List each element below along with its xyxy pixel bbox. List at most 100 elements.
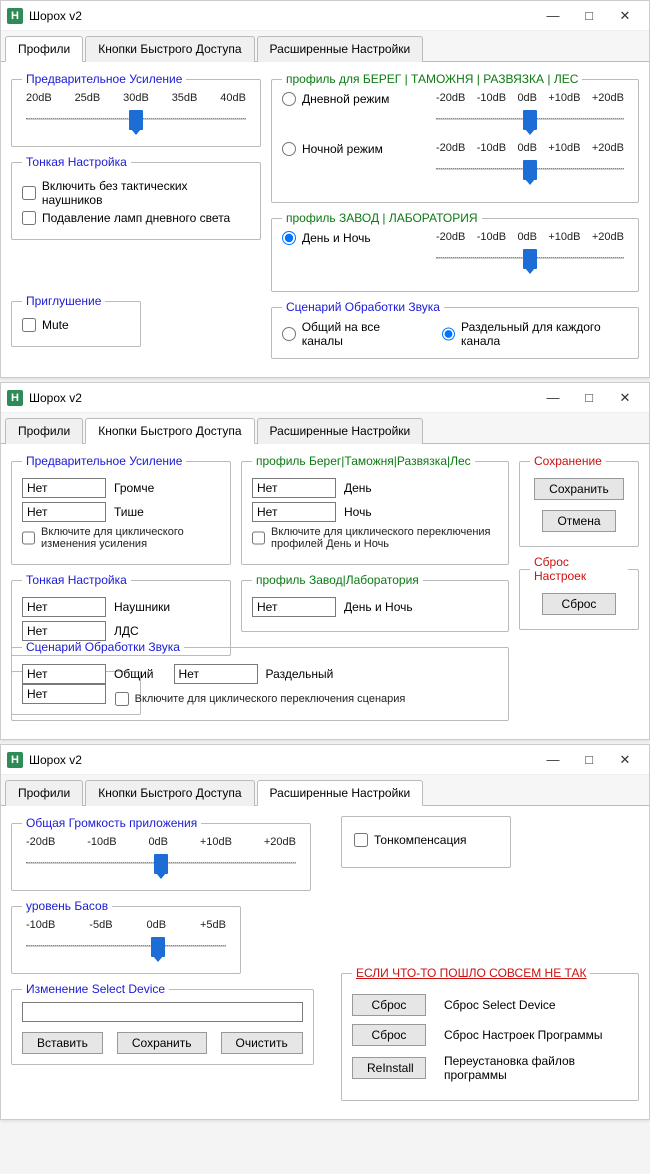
save-button[interactable]: Сохранить <box>534 478 624 500</box>
group-volume-title: Общая Громкость приложения <box>22 816 201 830</box>
hk-preamp-cycle-label: Включите для циклического изменения усил… <box>41 526 220 550</box>
window-advanced: H Шорох v2 — □ ✕ Профили Кнопки Быстрого… <box>0 744 650 1120</box>
hk-night-input[interactable] <box>252 502 336 522</box>
mute-label: Mute <box>42 318 69 332</box>
group-hk-preamp-title: Предварительное Усиление <box>22 454 186 468</box>
minimize-button[interactable]: — <box>535 3 571 29</box>
fine-lds-checkbox[interactable] <box>22 211 36 225</box>
maximize-button[interactable]: □ <box>571 3 607 29</box>
close-button[interactable]: ✕ <box>607 385 643 411</box>
reinstall-button[interactable]: ReInstall <box>352 1057 426 1079</box>
reset-button[interactable]: Сброс <box>542 593 616 615</box>
hk-lds-label: ЛДС <box>114 624 139 638</box>
titlebar: H Шорох v2 — □ ✕ <box>1 1 649 31</box>
maximize-button[interactable]: □ <box>571 385 607 411</box>
tab-strip: Профили Кнопки Быстрого Доступа Расширен… <box>1 413 649 444</box>
scenario-split-radio[interactable] <box>442 327 455 341</box>
tone-label: Тонкомпенсация <box>374 833 467 847</box>
group-volume: Общая Громкость приложения -20dB -10dB 0… <box>11 816 311 891</box>
tab-advanced[interactable]: Расширенные Настройки <box>257 780 424 806</box>
bass-slider[interactable] <box>26 933 226 959</box>
group-save: Сохранение Сохранить Отмена <box>519 454 639 547</box>
fine-headphones-checkbox[interactable] <box>22 186 36 200</box>
bass-thumb[interactable] <box>151 937 165 957</box>
factory-thumb[interactable] <box>523 249 537 269</box>
minimize-button[interactable]: — <box>535 385 571 411</box>
group-hk-fine-title: Тонкая Настройка <box>22 573 131 587</box>
window-hotkeys: H Шорох v2 — □ ✕ Профили Кнопки Быстрого… <box>0 382 650 740</box>
group-hk-preamp: Предварительное Усиление Громче Тише Вкл… <box>11 454 231 565</box>
volume-thumb[interactable] <box>154 854 168 874</box>
cancel-button[interactable]: Отмена <box>542 510 616 532</box>
hk-quieter-input[interactable] <box>22 502 106 522</box>
day-label: Дневной режим <box>302 92 389 106</box>
volume-slider[interactable] <box>26 850 296 876</box>
app-icon: H <box>7 390 23 406</box>
clear-button[interactable]: Очистить <box>221 1032 303 1054</box>
group-mute: Приглушение Mute <box>11 294 141 347</box>
night-radio[interactable] <box>282 142 296 156</box>
hk-preamp-cycle-checkbox[interactable] <box>22 531 35 545</box>
close-button[interactable]: ✕ <box>607 3 643 29</box>
day-slider[interactable] <box>436 106 624 132</box>
hk-lds-input[interactable] <box>22 621 106 641</box>
group-reset-title: Сброс Настроек <box>530 555 628 583</box>
night-label: Ночной режим <box>302 142 383 156</box>
group-bass-title: уровень Басов <box>22 899 112 913</box>
preamp-slider[interactable] <box>26 106 246 132</box>
maximize-button[interactable]: □ <box>571 747 607 773</box>
tab-hotkeys[interactable]: Кнопки Быстрого Доступа <box>85 36 254 62</box>
tab-advanced[interactable]: Расширенные Настройки <box>257 418 424 444</box>
group-profile-main: профиль для БЕРЕГ | ТАМОЖНЯ | РАЗВЯЗКА |… <box>271 72 639 203</box>
save-device-button[interactable]: Сохранить <box>117 1032 207 1054</box>
hk-scn-split-input[interactable] <box>174 664 258 684</box>
select-device-input[interactable] <box>22 1002 303 1022</box>
day-radio[interactable] <box>282 92 296 106</box>
tone-checkbox[interactable] <box>354 833 368 847</box>
minimize-button[interactable]: — <box>535 747 571 773</box>
daynight-radio[interactable] <box>282 231 296 245</box>
group-bass: уровень Басов -10dB -5dB 0dB +5dB <box>11 899 241 974</box>
hk-headphones-input[interactable] <box>22 597 106 617</box>
hk-scn-cycle-checkbox[interactable] <box>115 692 129 706</box>
group-fine: Тонкая Настройка Включить без тактически… <box>11 155 261 240</box>
reset-device-button[interactable]: Сброс <box>352 994 426 1016</box>
day-thumb[interactable] <box>523 110 537 130</box>
mute-checkbox[interactable] <box>22 318 36 332</box>
group-tone: Тонкомпенсация <box>341 816 511 868</box>
night-thumb[interactable] <box>523 160 537 180</box>
hk-louder-input[interactable] <box>22 478 106 498</box>
paste-button[interactable]: Вставить <box>22 1032 103 1054</box>
hk-profile-main-cycle-checkbox[interactable] <box>252 531 265 545</box>
group-reset: Сброс Настроек Сброс <box>519 555 639 630</box>
preamp-thumb[interactable] <box>129 110 143 130</box>
tab-advanced[interactable]: Расширенные Настройки <box>257 36 424 62</box>
app-icon: H <box>7 752 23 768</box>
group-scenario-title: Сценарий Обработки Звука <box>282 300 444 314</box>
group-panic-title: ЕСЛИ ЧТО-ТО ПОШЛО СОВСЕМ НЕ ТАК <box>352 966 590 980</box>
hk-factory-input[interactable] <box>252 597 336 617</box>
factory-slider[interactable] <box>436 245 624 271</box>
group-select-device: Изменение Select Device Вставить Сохрани… <box>11 982 314 1065</box>
group-save-title: Сохранение <box>530 454 606 468</box>
tab-profiles[interactable]: Профили <box>5 36 83 62</box>
scenario-common-radio[interactable] <box>282 327 296 341</box>
preamp-ticks: 20dB 25dB 30dB 35dB 40dB <box>22 92 250 104</box>
group-preamp: Предварительное Усиление 20dB 25dB 30dB … <box>11 72 261 147</box>
close-button[interactable]: ✕ <box>607 747 643 773</box>
reset-settings-button[interactable]: Сброс <box>352 1024 426 1046</box>
tab-profiles[interactable]: Профили <box>5 780 83 806</box>
night-slider[interactable] <box>436 156 624 182</box>
tab-profiles[interactable]: Профили <box>5 418 83 444</box>
window-profiles: H Шорох v2 — □ ✕ Профили Кнопки Быстрого… <box>0 0 650 378</box>
hk-day-input[interactable] <box>252 478 336 498</box>
tab-hotkeys[interactable]: Кнопки Быстрого Доступа <box>85 780 254 806</box>
hk-scn-common-input[interactable] <box>22 664 106 684</box>
group-hk-profile-main-title: профиль Берег|Таможня|Развязка|Лес <box>252 454 475 468</box>
reset-device-label: Сброс Select Device <box>444 998 556 1012</box>
group-hk-profile-factory: профиль Завод|Лаборатория День и Ночь <box>241 573 509 632</box>
fine-headphones-label: Включить без тактических наушников <box>42 179 250 207</box>
hk-scn-cycle-label: Включите для циклического переключения с… <box>135 693 406 705</box>
group-profile-factory: профиль ЗАВОД | ЛАБОРАТОРИЯ День и Ночь … <box>271 211 639 292</box>
tab-hotkeys[interactable]: Кнопки Быстрого Доступа <box>85 418 254 444</box>
